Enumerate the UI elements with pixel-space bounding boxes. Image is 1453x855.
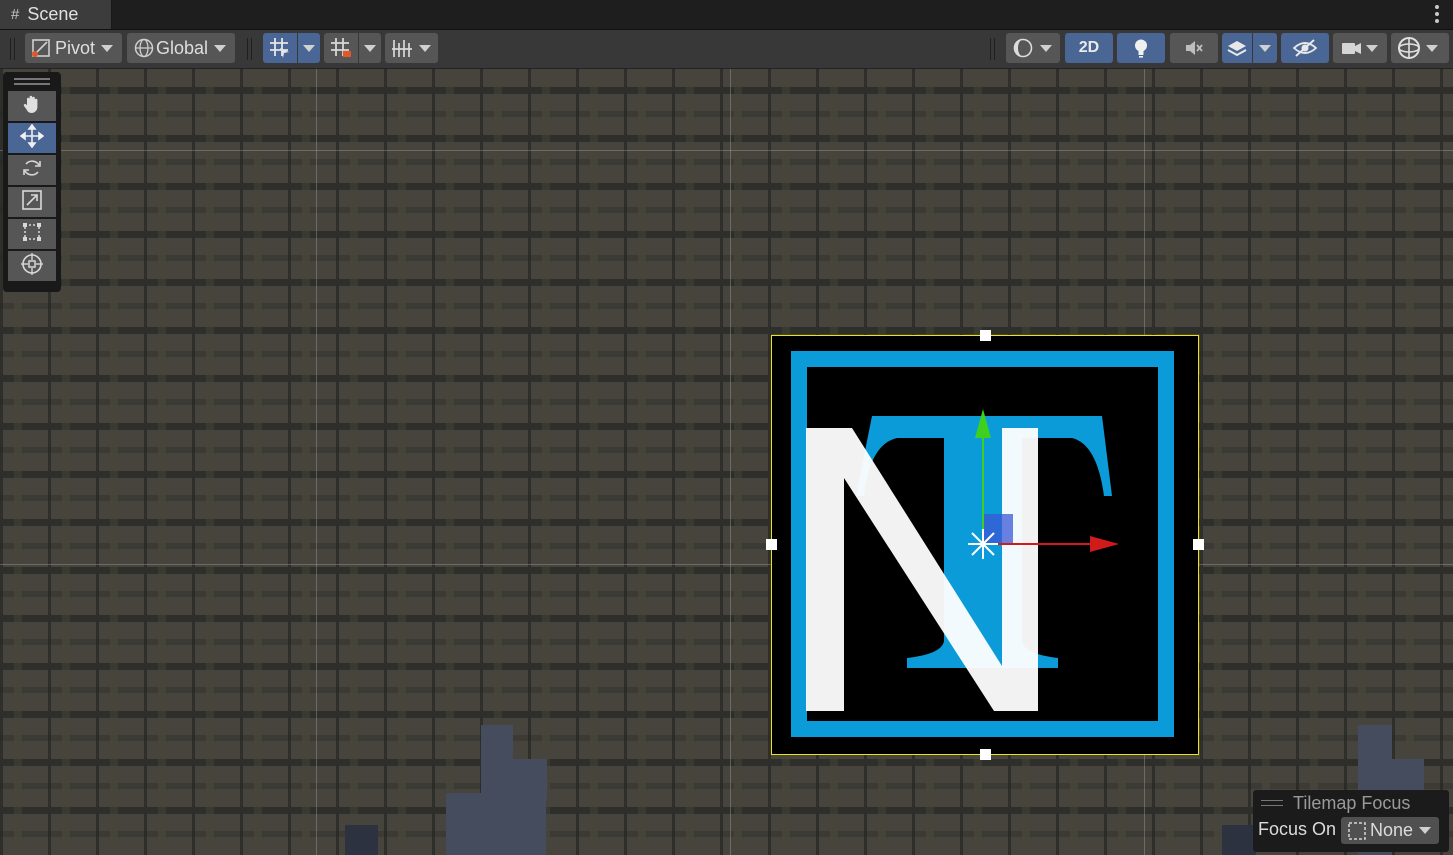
scene-object	[513, 759, 547, 799]
focus-on-label: Focus On	[1258, 819, 1337, 839]
chevron-down-icon	[419, 44, 431, 52]
shading-sphere-icon	[1012, 37, 1034, 59]
globe-icon	[133, 37, 155, 59]
draw-mode-dropdown[interactable]	[1006, 33, 1060, 63]
gizmo-y-arrow[interactable]	[975, 409, 991, 438]
chevron-down-icon	[303, 44, 315, 52]
hand-tool-button[interactable]	[8, 91, 56, 121]
pivot-star-icon	[968, 529, 998, 559]
scene-object	[446, 793, 546, 855]
tilemap-focus-title: Tilemap Focus	[1293, 793, 1411, 813]
global-dropdown[interactable]: Global	[127, 33, 235, 63]
scene-visibility-toggle[interactable]	[1281, 33, 1329, 63]
increment-snapping-dropdown[interactable]	[385, 33, 438, 63]
pivot-icon	[30, 37, 52, 59]
tab-bar: # Scene	[0, 0, 1453, 30]
grid-line	[0, 564, 1453, 565]
hash-icon: #	[11, 6, 20, 23]
tilemap-focus-overlay: Tilemap Focus Focus On None	[1253, 790, 1449, 852]
camera-icon	[1340, 37, 1362, 59]
grid-line	[0, 150, 1453, 151]
scene-object	[345, 825, 378, 855]
toolbar-grip[interactable]	[247, 38, 252, 60]
chevron-down-icon	[1419, 827, 1432, 834]
chevron-down-icon	[1040, 44, 1052, 52]
resize-handle-top[interactable]	[980, 330, 991, 341]
grid-line	[730, 69, 731, 855]
camera-settings-dropdown[interactable]	[1333, 33, 1387, 63]
chevron-down-icon	[1259, 44, 1271, 52]
more-options-icon[interactable]	[1435, 5, 1439, 23]
tilemap-bricks	[0, 69, 1453, 855]
mode-2d-toggle[interactable]: 2D	[1065, 33, 1113, 63]
grid-visibility-toggle[interactable]	[324, 33, 358, 63]
scale-icon	[21, 189, 43, 216]
grid-visibility-options[interactable]	[359, 33, 381, 63]
ruler-icon	[391, 37, 413, 59]
scene-toolbar: Pivot Global 2D	[0, 30, 1453, 69]
gizmos-dropdown[interactable]	[1391, 33, 1449, 63]
grid-snapping-toggle[interactable]	[263, 33, 297, 63]
transform-all-icon	[20, 252, 44, 281]
rect-tool-button[interactable]	[8, 219, 56, 249]
effects-toggle[interactable]	[1222, 33, 1252, 63]
focus-on-dropdown[interactable]: None	[1341, 817, 1439, 844]
hidden-eye-icon	[1292, 37, 1318, 59]
grid-snapping-options[interactable]	[298, 33, 320, 63]
rotate-tool-button[interactable]	[8, 155, 56, 185]
transform-tool-button[interactable]	[8, 251, 56, 281]
grid-icon	[329, 36, 353, 60]
gizmo-x-arrow[interactable]	[1090, 536, 1119, 552]
pivot-label: Pivot	[55, 37, 96, 58]
toolbar-grip[interactable]	[990, 38, 995, 60]
chevron-down-icon	[1426, 44, 1438, 52]
lighting-toggle[interactable]	[1117, 33, 1165, 63]
palette-drag-handle[interactable]	[14, 78, 50, 85]
speaker-mute-icon	[1183, 37, 1205, 59]
move-gizmo[interactable]	[772, 336, 1198, 754]
scene-object	[1222, 825, 1256, 855]
hand-icon	[21, 93, 43, 120]
resize-handle-bottom[interactable]	[980, 749, 991, 760]
chevron-down-icon	[214, 44, 227, 52]
tab-scene[interactable]: # Scene	[0, 0, 112, 29]
focus-on-value: None	[1370, 820, 1414, 840]
gizmo-sphere-icon	[1396, 35, 1422, 61]
rect-transform-icon	[21, 221, 43, 248]
chevron-down-icon	[364, 44, 376, 52]
overlay-drag-handle[interactable]	[1261, 800, 1283, 806]
chevron-down-icon	[1366, 44, 1378, 52]
tool-palette	[3, 72, 61, 292]
rotate-icon	[21, 157, 43, 184]
tab-scene-label: Scene	[27, 4, 79, 24]
grid-snap-icon	[268, 36, 292, 60]
scene-viewport[interactable]: Tilemap Focus Focus On None	[0, 69, 1453, 855]
chevron-down-icon	[101, 44, 114, 52]
move-arrows-icon	[19, 123, 45, 153]
global-label: Global	[156, 37, 209, 58]
audio-toggle[interactable]	[1170, 33, 1218, 63]
move-tool-button[interactable]	[8, 123, 56, 153]
resize-handle-right[interactable]	[1193, 539, 1204, 550]
pivot-dropdown[interactable]: Pivot	[25, 33, 122, 63]
scale-tool-button[interactable]	[8, 187, 56, 217]
layers-effects-icon	[1226, 37, 1248, 59]
toolbar-grip[interactable]	[10, 38, 15, 60]
effects-options[interactable]	[1253, 33, 1277, 63]
focus-none-icon	[1347, 821, 1367, 841]
selected-sprite[interactable]	[766, 330, 1204, 760]
light-bulb-icon	[1130, 37, 1152, 59]
grid-line	[316, 69, 317, 855]
resize-handle-left[interactable]	[766, 539, 777, 550]
